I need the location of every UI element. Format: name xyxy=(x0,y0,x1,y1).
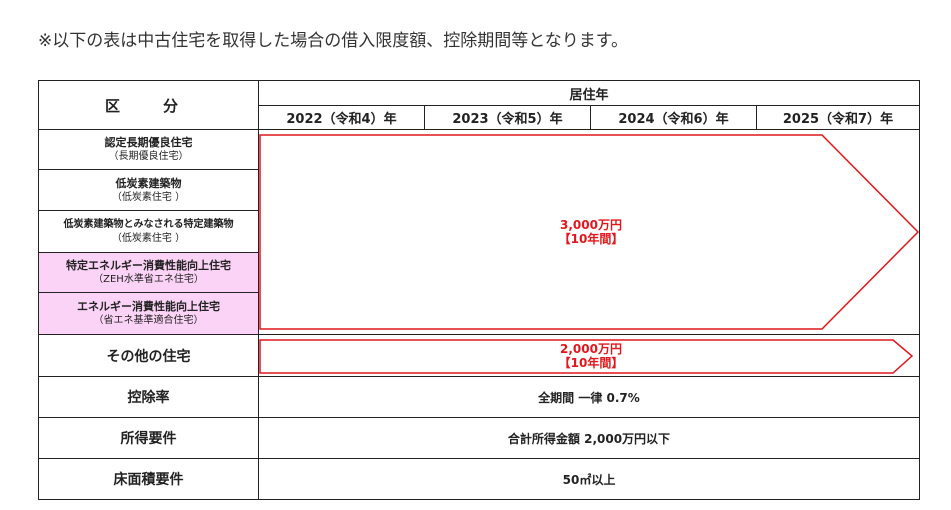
other-housing-amount: 2,000万円 xyxy=(560,342,622,356)
arrow-shapes xyxy=(259,134,920,374)
note-text: ※以下の表は中古住宅を取得した場合の借入限度額、控除期間等となります。 xyxy=(38,31,629,51)
loan-table: 区 分 居住年 2022（令和4）年 2023（令和5）年 2024（令和6）年… xyxy=(38,80,920,500)
other-housing-period: 【10年間】 xyxy=(558,356,624,370)
group1-arrow-label: 3,000万円 【10年間】 xyxy=(260,218,922,246)
other-housing-arrow-label: 2,000万円 【10年間】 xyxy=(260,342,922,370)
group1-amount: 3,000万円 xyxy=(560,218,622,232)
group1-period: 【10年間】 xyxy=(558,232,624,246)
